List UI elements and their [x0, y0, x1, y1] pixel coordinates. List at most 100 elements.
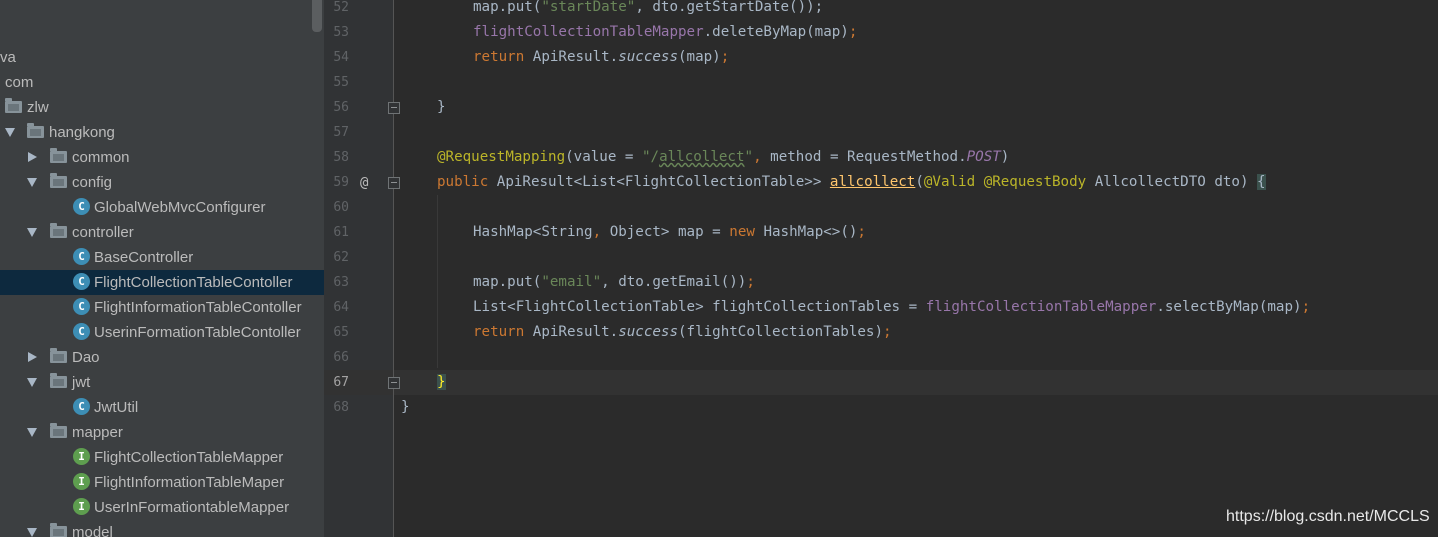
tree-item-flightcollectiontablemapper[interactable]: I FlightCollectionTableMapper: [0, 445, 324, 470]
code-line-61[interactable]: HashMap<String, Object> map = new HashMa…: [473, 220, 866, 245]
chevron-down-icon[interactable]: [5, 128, 15, 137]
tree-item-label: config: [72, 174, 113, 191]
line-number: 66: [333, 350, 349, 365]
interface-icon: I: [73, 498, 90, 515]
line-number: 65: [333, 325, 349, 340]
line-number: 60: [333, 200, 349, 215]
tree-item-basecontroller[interactable]: C BaseController: [0, 245, 324, 270]
fold-marker-icon[interactable]: [388, 102, 400, 114]
chevron-down-icon[interactable]: [27, 428, 37, 437]
folder-icon: [50, 523, 67, 537]
chevron-right-icon[interactable]: [28, 352, 37, 362]
class-icon: C: [73, 273, 90, 290]
chevron-down-icon[interactable]: [27, 228, 37, 237]
gutter-separator: [393, 0, 394, 537]
code-line-64[interactable]: List<FlightCollectionTable> flightCollec…: [473, 295, 1310, 320]
project-tree-panel: va com zlw hangkong common config C Glob…: [0, 0, 324, 537]
class-icon: C: [73, 248, 90, 265]
tree-item-label: com: [5, 74, 34, 91]
line-number: 56: [333, 100, 349, 115]
tree-item-label: hangkong: [49, 124, 115, 141]
code-line-67[interactable]: }: [437, 370, 446, 395]
class-icon: C: [73, 323, 90, 340]
code-line-58[interactable]: @RequestMapping(value = "/allcollect", m…: [437, 145, 1009, 170]
code-line-59[interactable]: public ApiResult<List<FlightCollectionTa…: [437, 170, 1266, 195]
tree-item-label: FlightInformationTableMaper: [94, 474, 285, 491]
tree-item-label: BaseController: [94, 249, 194, 266]
tree-item-flightcollectiontablecontoller[interactable]: C FlightCollectionTableContoller: [0, 270, 324, 295]
folder-icon: [50, 423, 67, 438]
code-line-68[interactable]: }: [401, 395, 410, 420]
indent-guide: [437, 195, 438, 368]
code-line-52[interactable]: map.put("startDate", dto.getStartDate())…: [473, 0, 823, 20]
tree-item-label: controller: [72, 224, 134, 241]
tree-item-dao[interactable]: Dao: [0, 345, 324, 370]
line-number: 63: [333, 275, 349, 290]
class-icon: C: [73, 298, 90, 315]
folder-icon: [50, 348, 67, 363]
fold-marker-icon[interactable]: [388, 177, 400, 189]
code-editor[interactable]: [394, 0, 1438, 537]
fold-marker-icon[interactable]: [388, 377, 400, 389]
line-number: 59: [333, 175, 349, 190]
tree-item-label: zlw: [27, 99, 49, 116]
tree-item-label: UserInFormationtableMapper: [94, 499, 290, 516]
tree-item-hangkong[interactable]: hangkong: [0, 120, 324, 145]
tree-item-config[interactable]: config: [0, 170, 324, 195]
override-method-icon[interactable]: @: [360, 175, 368, 191]
code-line-56[interactable]: }: [437, 95, 446, 120]
folder-icon: [50, 173, 67, 188]
code-line-63[interactable]: map.put("email", dto.getEmail());: [473, 270, 755, 295]
tree-item-label: jwt: [72, 374, 91, 391]
tree-item-controller[interactable]: controller: [0, 220, 324, 245]
tree-item-label: mapper: [72, 424, 123, 441]
tree-item-zlw[interactable]: zlw: [0, 95, 324, 120]
tree-item-jwt[interactable]: jwt: [0, 370, 324, 395]
folder-icon: [50, 148, 67, 163]
folder-icon: [50, 373, 67, 388]
chevron-down-icon[interactable]: [27, 528, 37, 537]
chevron-down-icon[interactable]: [27, 378, 37, 387]
tree-item-common[interactable]: common: [0, 145, 324, 170]
code-line-53[interactable]: flightCollectionTableMapper.deleteByMap(…: [473, 20, 857, 45]
line-number: 62: [333, 250, 349, 265]
line-number: 61: [333, 225, 349, 240]
tree-item-userinformationtablemapper[interactable]: I UserInFormationtableMapper: [0, 495, 324, 520]
tree-item-com[interactable]: com: [0, 70, 324, 95]
line-number: 54: [333, 50, 349, 65]
line-number: 68: [333, 400, 349, 415]
tree-item-label: common: [72, 149, 130, 166]
line-number: 58: [333, 150, 349, 165]
tree-item-label: model: [72, 524, 113, 537]
class-icon: C: [73, 198, 90, 215]
tree-scrollbar-thumb[interactable]: [312, 0, 322, 32]
folder-icon: [50, 223, 67, 238]
tree-item-flightinformationtablecontoller[interactable]: C FlightInformationTableContoller: [0, 295, 324, 320]
line-number: 64: [333, 300, 349, 315]
tree-item-label: Dao: [72, 349, 100, 366]
chevron-down-icon[interactable]: [27, 178, 37, 187]
folder-icon: [5, 98, 22, 113]
watermark: https://blog.csdn.net/MCCLS: [1226, 508, 1430, 525]
line-number: 55: [333, 75, 349, 90]
tree-item-mapper[interactable]: mapper: [0, 420, 324, 445]
tree-item-model[interactable]: model: [0, 520, 324, 537]
tree-item-globalwebmvcconfigurer[interactable]: C GlobalWebMvcConfigurer: [0, 195, 324, 220]
class-icon: C: [73, 398, 90, 415]
tree-item-jwtutil[interactable]: C JwtUtil: [0, 395, 324, 420]
tree-item-label: FlightInformationTableContoller: [94, 299, 302, 316]
tree-item-flightinformationtablemaper[interactable]: I FlightInformationTableMaper: [0, 470, 324, 495]
current-line-highlight: [324, 370, 1438, 395]
tree-item-va[interactable]: va: [0, 45, 324, 70]
tree-item-label: FlightCollectionTableContoller: [94, 274, 293, 291]
code-line-54[interactable]: return ApiResult.success(map);: [473, 45, 729, 70]
tree-item-label: GlobalWebMvcConfigurer: [94, 199, 266, 216]
line-number: 52: [333, 0, 349, 15]
chevron-right-icon[interactable]: [28, 152, 37, 162]
tree-item-label: FlightCollectionTableMapper: [94, 449, 284, 466]
line-number-current: 67: [333, 375, 349, 390]
line-number: 53: [333, 25, 349, 40]
tree-item-userinformationtablecontoller[interactable]: C UserinFormationTableContoller: [0, 320, 324, 345]
interface-icon: I: [73, 473, 90, 490]
code-line-65[interactable]: return ApiResult.success(flightCollectio…: [473, 320, 892, 345]
